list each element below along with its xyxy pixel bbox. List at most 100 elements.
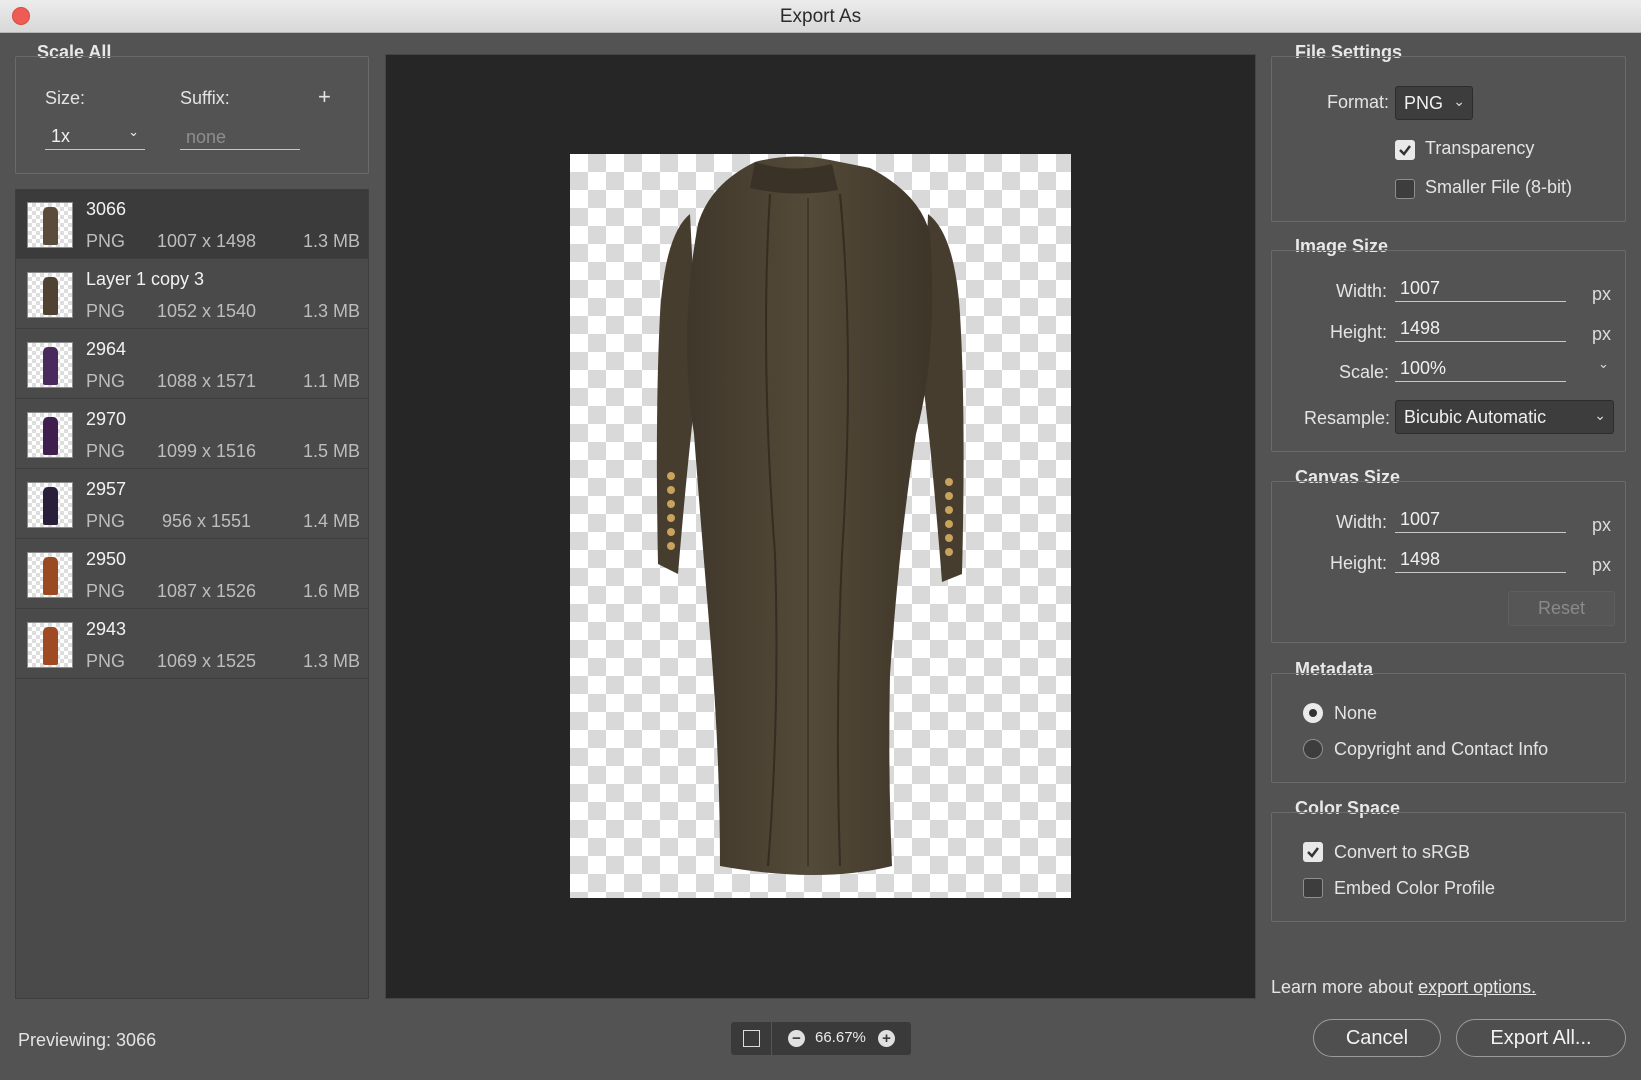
preview-canvas — [570, 154, 1071, 898]
garment-thumbnail-icon — [43, 347, 58, 385]
layer-name: Layer 1 copy 3 — [86, 269, 205, 289]
image-width-label: Width: — [1336, 281, 1388, 301]
garment-thumbnail-icon — [43, 627, 58, 665]
metadata-copyright-label: Copyright and Contact Info — [1334, 739, 1549, 759]
layer-dimensions: 1069 x 1525 — [156, 651, 257, 671]
layer-format: PNG — [86, 301, 126, 321]
export-all-button[interactable]: Export All... — [1456, 1019, 1626, 1057]
layer-name: 2950 — [86, 549, 127, 569]
embed-profile-checkbox[interactable] — [1303, 878, 1323, 898]
image-width-value: 1007 — [1400, 278, 1441, 298]
scale-input[interactable]: 100% — [1395, 356, 1566, 382]
layer-format: PNG — [86, 511, 126, 531]
window-title: Export As — [779, 6, 862, 27]
checkmark-icon — [1307, 847, 1319, 858]
layer-name: 2964 — [86, 339, 127, 359]
smaller-file-checkbox[interactable] — [1395, 179, 1415, 199]
layer-thumbnail — [27, 482, 73, 528]
layer-dimensions: 1087 x 1526 — [156, 581, 257, 601]
garment-thumbnail-icon — [43, 417, 58, 455]
scale-all-panel — [15, 56, 369, 174]
layer-row[interactable]: 2943 PNG 1069 x 1525 1.3 MB — [16, 610, 368, 679]
scale-chevron-down-icon[interactable]: ⌄ — [1598, 356, 1609, 372]
transparency-label: Transparency — [1425, 138, 1535, 158]
layer-format: PNG — [86, 231, 126, 251]
layer-dimensions: 1088 x 1571 — [156, 371, 257, 391]
canvas-width-value: 1007 — [1400, 509, 1441, 529]
layer-row[interactable]: 2964 PNG 1088 x 1571 1.1 MB — [16, 330, 368, 399]
zoom-in-icon[interactable]: + — [878, 1030, 895, 1047]
canvas-width-input[interactable]: 1007 — [1395, 507, 1566, 533]
layer-thumbnail — [27, 342, 73, 388]
layer-filesize: 1.3 MB — [302, 301, 360, 321]
canvas-height-value: 1498 — [1400, 549, 1441, 569]
chevron-down-icon: ⌄ — [128, 124, 139, 139]
layer-thumbnail — [27, 552, 73, 598]
image-width-input[interactable]: 1007 — [1395, 276, 1566, 302]
cancel-button[interactable]: Cancel — [1313, 1019, 1441, 1057]
layer-filesize: 1.5 MB — [302, 441, 360, 461]
resample-value: Bicubic Automatic — [1404, 407, 1547, 427]
layer-row[interactable]: Layer 1 copy 3 PNG 1052 x 1540 1.3 MB — [16, 260, 368, 329]
image-height-unit: px — [1592, 324, 1612, 344]
metadata-panel — [1271, 673, 1626, 783]
layer-row[interactable]: 2970 PNG 1099 x 1516 1.5 MB — [16, 400, 368, 469]
layer-format: PNG — [86, 581, 126, 601]
smaller-file-label: Smaller File (8-bit) — [1425, 177, 1573, 197]
canvas-height-unit: px — [1592, 555, 1612, 575]
layer-filesize: 1.3 MB — [302, 231, 360, 251]
scale-label: Scale: — [1339, 362, 1390, 382]
embed-profile-label: Embed Color Profile — [1334, 878, 1496, 898]
garment-thumbnail-icon — [43, 277, 58, 315]
add-scale-button[interactable]: + — [318, 84, 331, 110]
layer-name: 3066 — [86, 199, 127, 219]
layer-row[interactable]: 3066 PNG 1007 x 1498 1.3 MB — [16, 190, 368, 259]
layer-row[interactable]: 2950 PNG 1087 x 1526 1.6 MB — [16, 540, 368, 609]
layer-thumbnail — [27, 202, 73, 248]
convert-srgb-checkbox[interactable] — [1303, 842, 1323, 862]
image-height-input[interactable]: 1498 — [1395, 316, 1566, 342]
zoom-value: 66.67% — [815, 1029, 866, 1046]
chevron-down-icon: ⌄ — [1594, 407, 1606, 423]
reset-button[interactable]: Reset — [1508, 591, 1615, 626]
convert-srgb-label: Convert to sRGB — [1334, 842, 1471, 862]
previewing-label: Previewing: 3066 — [18, 1030, 157, 1050]
suffix-input[interactable]: none — [180, 124, 300, 150]
layer-format: PNG — [86, 371, 126, 391]
export-options-link[interactable]: export options. — [1418, 977, 1536, 997]
image-height-label: Height: — [1330, 322, 1388, 342]
layer-dimensions: 956 x 1551 — [161, 511, 252, 531]
canvas-width-unit: px — [1592, 515, 1612, 535]
metadata-copyright-radio[interactable] — [1303, 739, 1323, 759]
transparency-checkbox[interactable] — [1395, 140, 1415, 160]
format-label: Format: — [1327, 92, 1390, 112]
garment-thumbnail-icon — [43, 207, 58, 245]
zoom-divider — [771, 1022, 772, 1055]
resample-select[interactable]: Bicubic Automatic ⌄ — [1395, 400, 1614, 434]
format-value: PNG — [1404, 93, 1444, 113]
size-select[interactable]: 1x ⌄ — [45, 124, 145, 150]
zoom-out-icon[interactable]: − — [788, 1030, 805, 1047]
canvas-height-label: Height: — [1330, 553, 1388, 573]
layer-thumbnail — [27, 272, 73, 318]
garment-thumbnail-icon — [43, 487, 58, 525]
layer-row[interactable]: 2957 PNG 956 x 1551 1.4 MB — [16, 470, 368, 539]
chevron-down-icon: ⌄ — [1453, 93, 1465, 109]
canvas-height-input[interactable]: 1498 — [1395, 547, 1566, 573]
metadata-none-radio[interactable] — [1303, 703, 1323, 723]
layer-list: 3066 PNG 1007 x 1498 1.3 MB Layer 1 copy 3 PN… — [15, 189, 369, 999]
learn-more-prefix: Learn more about — [1271, 977, 1414, 997]
fit-to-screen-icon[interactable] — [743, 1030, 760, 1047]
format-select[interactable]: PNG ⌄ — [1395, 86, 1473, 120]
layer-dimensions: 1007 x 1498 — [156, 231, 257, 251]
garment-thumbnail-icon — [43, 557, 58, 595]
learn-more-text: Learn more about export options. — [1271, 977, 1536, 998]
color-space-panel — [1271, 812, 1626, 922]
layer-name: 2957 — [86, 479, 127, 499]
checkmark-icon — [1399, 145, 1411, 156]
layer-filesize: 1.4 MB — [302, 511, 360, 531]
metadata-none-label: None — [1334, 703, 1378, 723]
title-bar: Export As — [0, 0, 1641, 33]
layer-format: PNG — [86, 651, 126, 671]
layer-thumbnail — [27, 622, 73, 668]
